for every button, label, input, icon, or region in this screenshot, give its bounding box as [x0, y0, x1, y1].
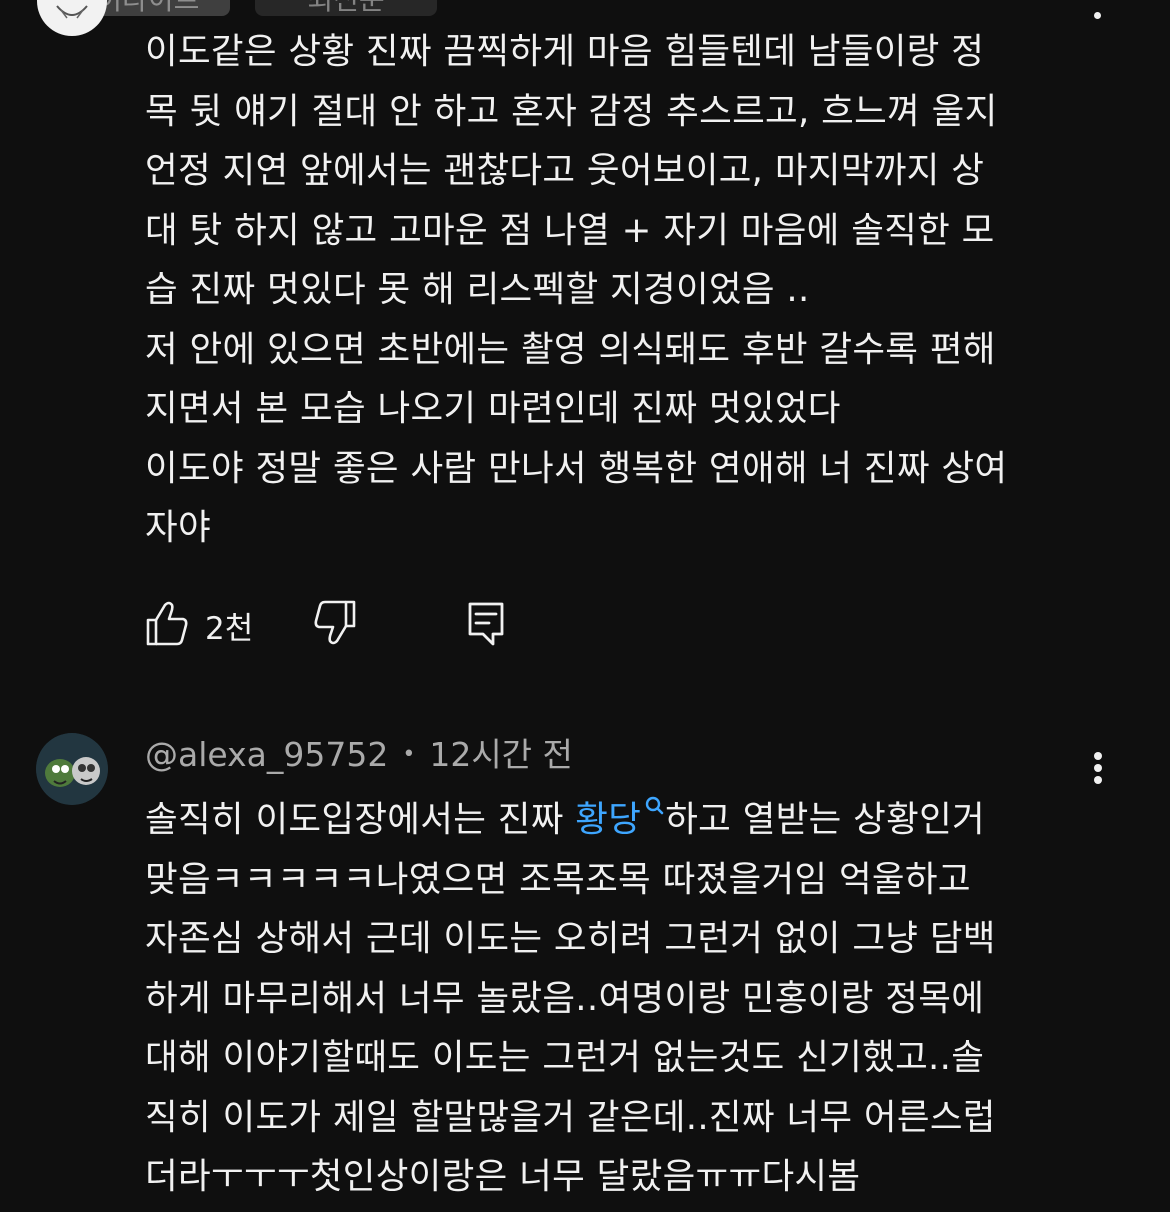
more-options-button[interactable] — [1088, 0, 1108, 20]
more-vertical-icon — [1094, 12, 1101, 19]
comment-meta: @alexa_95752 • 12시간 전 — [145, 734, 573, 776]
comment-author[interactable]: @alexa_95752 — [145, 734, 388, 776]
dislike-button[interactable] — [313, 595, 357, 651]
thumbs-up-icon — [146, 601, 188, 646]
comment-text: 솔직히 이도입장에서는 진짜 황당 하고 열받는 상황인거 맞음ㅋㅋㅋㅋㅋ나였으면… — [145, 790, 1105, 1207]
like-button[interactable] — [145, 595, 189, 651]
avatar-image — [56, 5, 88, 19]
like-count: 2천 — [205, 611, 254, 647]
comment-time[interactable]: 12시간 전 — [429, 734, 573, 776]
search-link-label: 황당 — [575, 799, 642, 840]
reply-icon — [468, 602, 504, 646]
comment-text: 이도같은 상황 진짜 끔찍하게 마음 힘들텐데 남들이랑 정 목 뒷 얘기 절대… — [145, 31, 1008, 548]
avatar[interactable] — [37, 0, 107, 36]
avatar[interactable] — [36, 733, 108, 805]
more-options-button[interactable] — [1085, 748, 1111, 788]
comment-text-part: 솔직히 이도입장에서는 진짜 — [145, 799, 576, 840]
search-icon — [646, 796, 664, 815]
more-vertical-dot — [1094, 776, 1102, 784]
sort-chip-newest[interactable]: 최신순 — [255, 0, 437, 16]
avatar-image — [36, 733, 108, 805]
search-link[interactable]: 황당 — [575, 796, 665, 840]
more-vertical-icon — [1094, 752, 1102, 760]
thumbs-down-icon — [314, 600, 356, 645]
reply-button[interactable] — [465, 595, 507, 651]
comment-actions: 2천 — [145, 595, 545, 655]
meta-separator: • — [402, 742, 416, 767]
more-vertical-dot — [1094, 764, 1102, 772]
sort-chip-newest-label: 최신순 — [255, 0, 437, 14]
comment-text-part: 하고 열받는 상황인거 맞음ㅋㅋㅋㅋㅋ나였으면 조목조목 따졌을거임 억울하고 … — [145, 799, 996, 1197]
